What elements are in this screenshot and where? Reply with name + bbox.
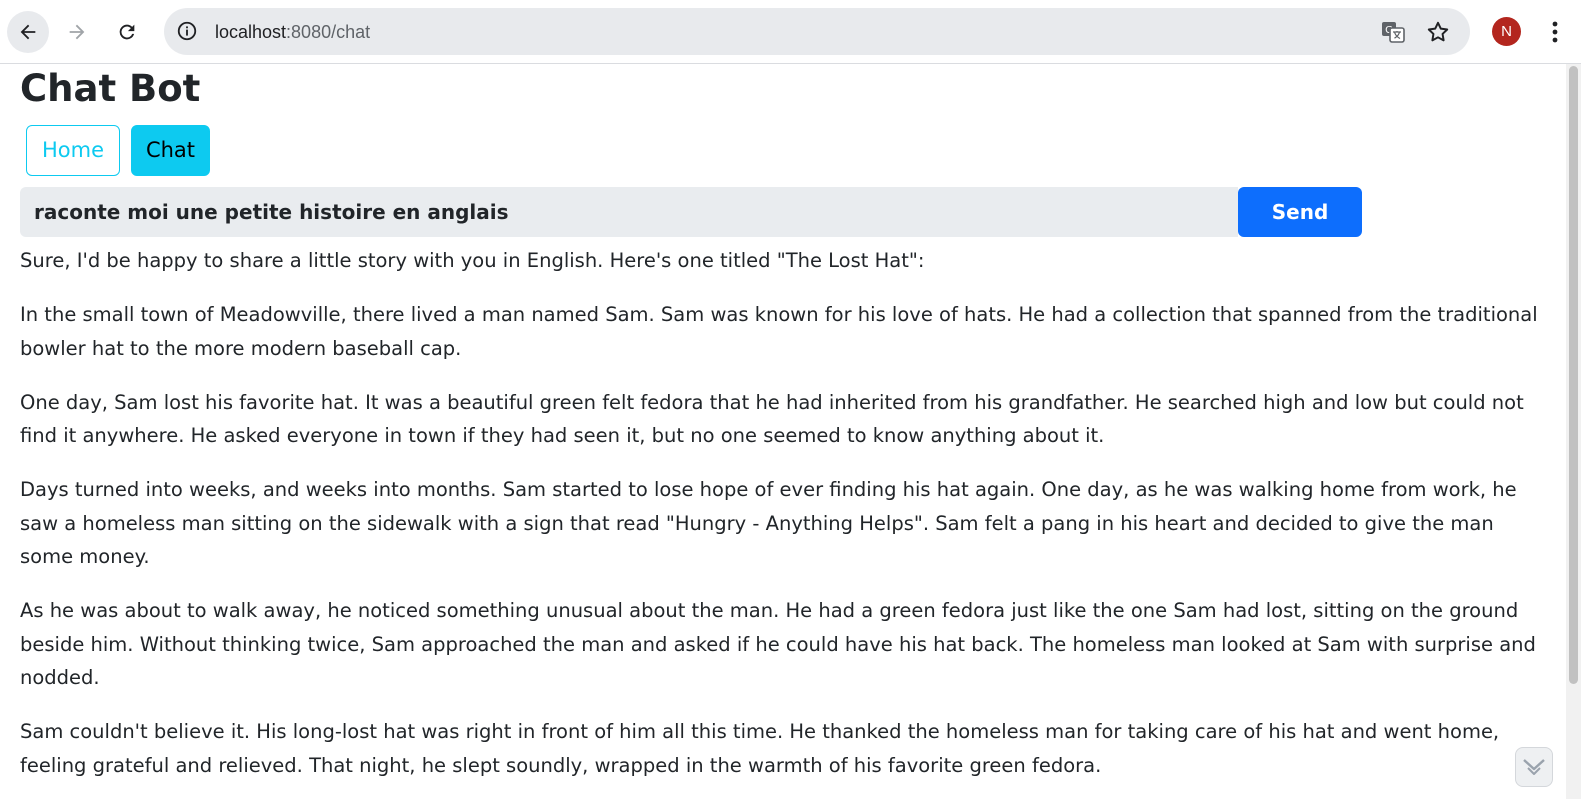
page-title: Chat Bot [20,67,201,110]
chat-response: Sure, I'd be happy to share a little sto… [20,244,1548,803]
floating-widget-button[interactable] [1515,747,1553,787]
forward-button[interactable] [56,11,98,53]
response-paragraph: Days turned into weeks, and weeks into m… [20,478,1517,568]
tab-home[interactable]: Home [26,125,120,176]
response-paragraph: In the small town of Meadowville, there … [20,303,1538,360]
response-paragraph: As he was about to walk away, he noticed… [20,599,1536,689]
star-icon[interactable] [1425,19,1451,45]
address-bar[interactable]: localhost:8080/chat G [164,8,1470,55]
kebab-menu-icon[interactable] [1546,18,1564,46]
info-icon[interactable] [176,20,198,42]
reload-icon [119,24,135,40]
tab-chat[interactable]: Chat [131,125,210,176]
send-button[interactable]: Send [1238,187,1362,237]
response-paragraph: Sure, I'd be happy to share a little sto… [20,249,925,272]
browser-toolbar: localhost:8080/chat G N [0,0,1581,64]
page-content: Chat Bot Home Chat Send Sure, I'd be hap… [0,64,1566,799]
reload-button[interactable] [106,11,148,53]
chevron-down-icon [1523,759,1545,775]
response-paragraph: One day, Sam lost his favorite hat. It w… [20,390,1524,448]
url-path: :8080/chat [286,22,371,42]
profile-avatar[interactable]: N [1492,17,1521,46]
chat-input[interactable] [20,187,1238,237]
scrollbar-thumb[interactable] [1569,66,1578,684]
back-button[interactable] [7,11,49,53]
url-text[interactable]: localhost:8080/chat [215,20,370,44]
page-scrollbar[interactable] [1566,64,1581,799]
forward-arrow-icon [69,24,85,40]
back-arrow-icon [20,24,36,40]
translate-icon[interactable]: G [1380,19,1406,45]
url-host: localhost [215,22,287,42]
response-paragraph: Sam couldn't believe it. His long-lost h… [20,720,1500,777]
